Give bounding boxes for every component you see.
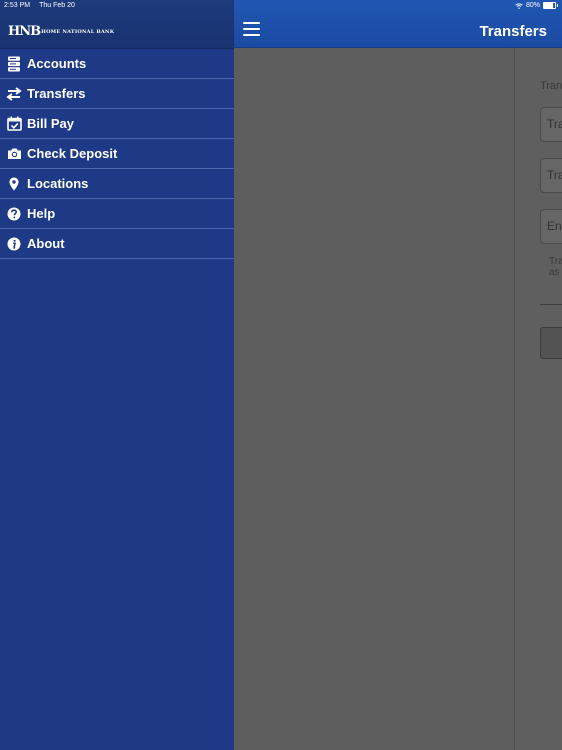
battery-percent: 80% [525, 2, 540, 9]
sidebar-item-bill-pay[interactable]: Bill Pay [0, 109, 234, 139]
sidebar-item-label: Bill Pay [27, 116, 74, 131]
bank-logo: HNB HOME NATIONAL BANK [8, 24, 114, 39]
sidebar-item-transfers[interactable]: Transfers [0, 79, 234, 109]
sidebar-item-label: Check Deposit [27, 146, 118, 161]
transfer-note-line2: as [549, 267, 560, 278]
transfer-form-panel: Tran Tra Tra En Tra as [515, 48, 562, 750]
transfer-section-label: Tran [540, 80, 562, 92]
amount-field[interactable]: En [540, 209, 562, 244]
question-icon [6, 206, 22, 222]
info-icon [6, 236, 22, 252]
sidebar-item-label: About [27, 236, 65, 251]
sidebar-item-locations[interactable]: Locations [0, 169, 234, 199]
sidebar-item-help[interactable]: Help [0, 199, 234, 229]
transfer-note-line1: Tra [549, 256, 562, 267]
wifi-icon [515, 2, 523, 9]
calendar-check-icon [6, 116, 22, 132]
sidebar-item-label: Help [27, 206, 56, 221]
battery-tip [557, 4, 558, 7]
transfer-from-field[interactable]: Tra [540, 107, 562, 142]
transfer-to-field[interactable]: Tra [540, 158, 562, 193]
logo-text: HOME NATIONAL BANK [41, 28, 115, 35]
sidebar-item-label: Locations [27, 176, 89, 191]
status-time: 2:53 PM [4, 2, 31, 9]
submit-button[interactable] [540, 327, 562, 359]
hamburger-icon[interactable] [243, 22, 260, 36]
sidebar-item-about[interactable]: About [0, 229, 234, 259]
camera-icon [6, 146, 22, 162]
transfers-icon [6, 86, 22, 102]
form-divider [540, 304, 562, 305]
status-bar: 2:53 PM Thu Feb 20 80% [0, 0, 562, 12]
sidebar-item-accounts[interactable]: Accounts [0, 49, 234, 79]
logo-mark: HNB [8, 24, 41, 39]
sidebar-item-check-deposit[interactable]: Check Deposit [0, 139, 234, 169]
status-date: Thu Feb 20 [39, 2, 75, 9]
sidebar-menu: HNB HOME NATIONAL BANK Accounts Transfer… [0, 0, 234, 750]
transfer-note: Tra as [549, 256, 562, 278]
page-title: Transfers [479, 23, 547, 40]
battery-icon [543, 2, 556, 9]
accounts-icon [6, 56, 22, 72]
map-pin-icon [6, 176, 22, 192]
sidebar-item-label: Transfers [27, 86, 86, 101]
content-overlay[interactable]: Tran Tra Tra En Tra as [234, 48, 562, 750]
sidebar-item-label: Accounts [27, 56, 87, 71]
